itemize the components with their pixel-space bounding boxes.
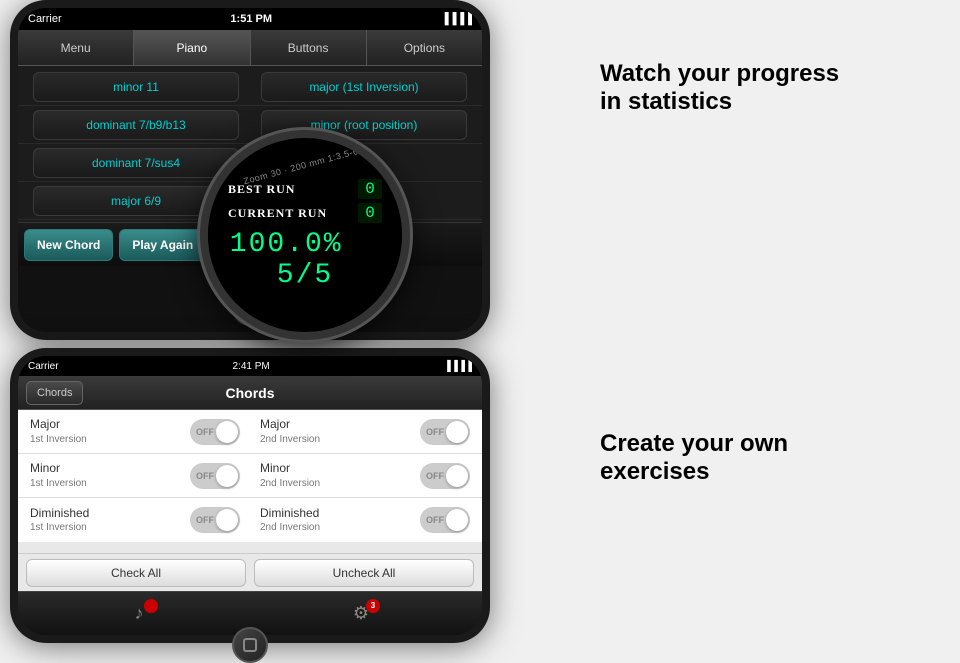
tab-badge-music <box>144 599 158 613</box>
check-all-button[interactable]: Check All <box>26 559 246 587</box>
best-run-label: Best Run <box>228 182 295 197</box>
chord-dom7b9b13[interactable]: dominant 7/b9/b13 <box>33 110 238 140</box>
phone-bottom: Carrier 2:41 PM ▐▐▐▐ Chords Chords Major… <box>10 348 490 643</box>
chord-minor11[interactable]: minor 11 <box>33 72 238 102</box>
settings-row-diminished: Diminished1st Inversion OFF Diminished2n… <box>18 498 482 542</box>
current-run-label: Current Run <box>228 206 327 221</box>
magnifier-content: Best Run 0 Current Run 0 100.0% 5/5 <box>208 167 402 303</box>
tab-badge-settings: 3 <box>366 599 380 613</box>
settings-label-minor2nd: Minor2nd Inversion <box>260 461 420 490</box>
toggle-major1st[interactable]: OFF <box>190 419 240 445</box>
new-chord-button[interactable]: New Chord <box>24 229 113 261</box>
magnifier-stats: 100.0% 5/5 <box>228 229 382 291</box>
tab-icon-settings[interactable]: ⚙ 3 <box>346 599 376 629</box>
settings-label-major1st: Major1st Inversion <box>30 417 190 446</box>
battery-top: ▐▐▐▐ <box>441 13 472 25</box>
toggle-dim1st[interactable]: OFF <box>190 507 240 533</box>
time-bottom: 2:41 PM <box>232 361 269 372</box>
settings-row-minor: Minor1st Inversion OFF Minor2nd Inversio… <box>18 454 482 498</box>
nav-btn-menu[interactable]: Menu <box>18 30 134 65</box>
toggle-dim2nd[interactable]: OFF <box>420 507 470 533</box>
home-button-bottom[interactable] <box>232 627 268 663</box>
current-run-value: 0 <box>358 203 382 223</box>
uncheck-all-button[interactable]: Uncheck All <box>254 559 474 587</box>
settings-label-dim1st: Diminished1st Inversion <box>30 506 190 535</box>
right-bottom-line1: Create your own <box>600 430 788 457</box>
current-run-row: Current Run 0 <box>228 203 382 223</box>
settings-label-minor1st: Minor1st Inversion <box>30 461 190 490</box>
chord-row-2: dominant 7/b9/b13 minor (root position) <box>18 106 482 144</box>
nav-btn-options[interactable]: Options <box>367 30 482 65</box>
play-again-button[interactable]: Play Again <box>119 229 206 261</box>
right-top-line2: in statistics <box>600 88 732 115</box>
carrier-bottom: Carrier <box>28 361 59 372</box>
settings-row-major: Major1st Inversion OFF Major2nd Inversio… <box>18 410 482 454</box>
nav-btn-buttons[interactable]: Buttons <box>251 30 367 65</box>
carrier-top: Carrier <box>28 13 62 25</box>
settings-label-major2nd: Major2nd Inversion <box>260 417 420 446</box>
right-bottom-line2: exercises <box>600 458 709 485</box>
magnifier-score: 5/5 <box>277 260 333 291</box>
status-bar-bottom: Carrier 2:41 PM ▐▐▐▐ <box>18 356 482 376</box>
status-bar-top: Carrier 1:51 PM ▐▐▐▐ <box>18 8 482 30</box>
chord-major1st[interactable]: major (1st Inversion) <box>261 72 466 102</box>
chord-dom7sus4[interactable]: dominant 7/sus4 <box>33 148 238 178</box>
nav-bar-top: Menu Piano Buttons Options <box>18 30 482 66</box>
right-top-line1: Watch your progress <box>600 60 839 87</box>
settings-label-dim2nd: Diminished2nd Inversion <box>260 506 420 535</box>
nav-btn-piano[interactable]: Piano <box>134 30 250 65</box>
right-text-top: Watch your progress in statistics <box>600 60 930 116</box>
toggle-major2nd[interactable]: OFF <box>420 419 470 445</box>
magnifier: Zoom 30 · 200 mm 1:3.5-6.3 Best Run 0 Cu… <box>200 130 410 340</box>
settings-list: Major1st Inversion OFF Major2nd Inversio… <box>18 410 482 553</box>
battery-bottom: ▐▐▐▐ <box>444 361 472 372</box>
home-icon-bottom <box>243 638 257 652</box>
best-run-value: 0 <box>358 179 382 199</box>
back-button[interactable]: Chords <box>26 381 83 405</box>
right-text-bottom: Create your own exercises <box>600 430 930 486</box>
nav-title-bottom: Chords <box>226 385 275 401</box>
nav-bar-bottom: Chords Chords <box>18 376 482 410</box>
bottom-action-row: Check All Uncheck All <box>18 553 482 591</box>
toggle-minor2nd[interactable]: OFF <box>420 463 470 489</box>
toggle-minor1st[interactable]: OFF <box>190 463 240 489</box>
tab-icon-music[interactable]: ♪ <box>124 599 154 629</box>
time-top: 1:51 PM <box>230 13 272 25</box>
magnifier-percent: 100.0% <box>230 229 343 260</box>
chord-row-1: minor 11 major (1st Inversion) <box>18 68 482 106</box>
